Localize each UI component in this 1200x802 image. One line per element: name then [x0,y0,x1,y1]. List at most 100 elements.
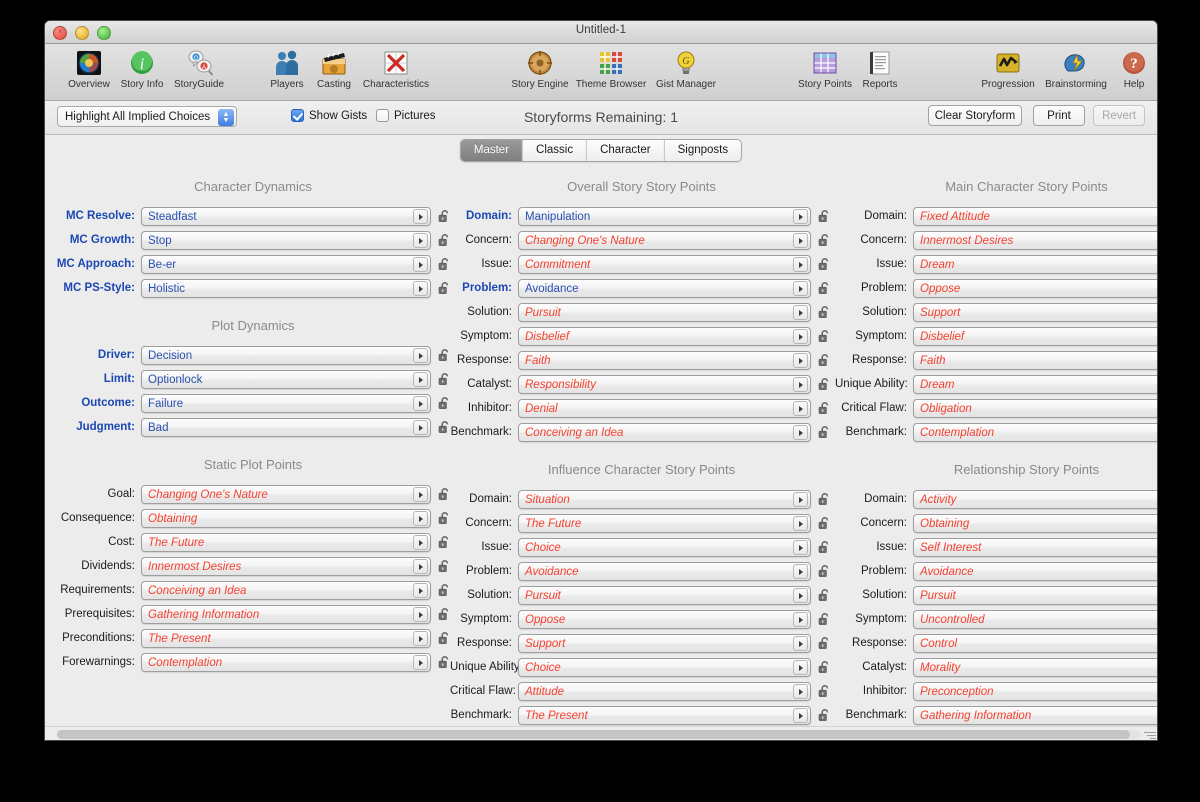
story-point-select[interactable]: Commitment [518,255,811,274]
unlock-padlock-icon[interactable] [817,708,833,722]
story-point-select[interactable]: The Future [518,514,811,533]
story-point-select[interactable]: Faith [518,351,811,370]
story-point-select[interactable]: Activity [913,490,1157,509]
unlock-padlock-icon[interactable] [817,612,833,626]
story-point-select[interactable]: Failure [141,394,431,413]
unlock-padlock-icon[interactable] [817,209,833,223]
story-point-select[interactable]: Oppose [913,279,1157,298]
story-point-select[interactable]: Changing One's Nature [518,231,811,250]
unlock-padlock-icon[interactable] [817,636,833,650]
tab-signposts[interactable]: Signposts [665,140,742,161]
tab-master[interactable]: Master [461,140,523,161]
unlock-padlock-icon[interactable] [817,377,833,391]
unlock-padlock-icon[interactable] [817,401,833,415]
story-point-select[interactable]: Dream [913,255,1157,274]
story-point-select[interactable]: Be-er [141,255,431,274]
toolbar-item-storyguide[interactable]: QAStoryGuide [163,48,235,90]
toolbar-item-gist-manager[interactable]: GGist Manager [650,48,722,90]
unlock-padlock-icon[interactable] [817,660,833,674]
story-point-select[interactable]: Support [518,634,811,653]
unlock-padlock-icon[interactable] [817,492,833,506]
toolbar-item-help[interactable]: ?Help [1098,48,1158,90]
reports-document-icon [844,48,916,78]
toolbar-item-story-engine[interactable]: Story Engine [504,48,576,90]
toolbar-item-theme-browser[interactable]: Theme Browser [575,48,647,90]
story-point-select[interactable]: The Future [141,533,431,552]
story-point-select[interactable]: Pursuit [518,586,811,605]
unlock-padlock-icon[interactable] [817,329,833,343]
unlock-padlock-icon[interactable] [817,305,833,319]
story-point-select[interactable]: Fixed Attitude [913,207,1157,226]
story-point-select[interactable]: Pursuit [518,303,811,322]
story-point-select[interactable]: Innermost Desires [141,557,431,576]
story-point-select[interactable]: Gathering Information [913,706,1157,725]
story-point-select[interactable]: Decision [141,346,431,365]
tab-segmented-control: MasterClassicCharacterSignposts [460,139,742,162]
unlock-padlock-icon[interactable] [817,540,833,554]
story-point-select[interactable]: Faith [913,351,1157,370]
unlock-padlock-icon[interactable] [817,684,833,698]
story-point-select[interactable]: Avoidance [913,562,1157,581]
story-point-select[interactable]: Conceiving an Idea [518,423,811,442]
story-point-select[interactable]: Pursuit [913,586,1157,605]
story-point-select[interactable]: Avoidance [518,279,811,298]
section-rows: MC Resolve:SteadfastMC Growth:StopMC App… [53,204,453,300]
story-point-select[interactable]: Choice [518,538,811,557]
story-point-select[interactable]: Stop [141,231,431,250]
story-point-select[interactable]: Denial [518,399,811,418]
clear-storyform-button[interactable]: Clear Storyform [928,105,1022,126]
story-point-select[interactable]: Morality [913,658,1157,677]
story-point-select[interactable]: Preconception [913,682,1157,701]
story-point-select[interactable]: Disbelief [913,327,1157,346]
story-point-select[interactable]: Obtaining [141,509,431,528]
story-point-select[interactable]: Disbelief [518,327,811,346]
story-point-select[interactable]: Steadfast [141,207,431,226]
resize-grip-icon[interactable] [1143,729,1156,741]
toolbar-item-progression[interactable]: Progression [972,48,1044,90]
story-point-select[interactable]: Obtaining [913,514,1157,533]
story-point-select[interactable]: Contemplation [141,653,431,672]
toolbar-item-characteristics[interactable]: Characteristics [360,48,432,90]
scrollbar-track[interactable] [57,730,1141,739]
story-point-select[interactable]: Choice [518,658,811,677]
story-point-select[interactable]: The Present [141,629,431,648]
print-button[interactable]: Print [1033,105,1085,126]
story-point-label: Problem: [835,282,913,294]
unlock-padlock-icon[interactable] [817,281,833,295]
scrollbar-thumb[interactable] [57,730,1130,739]
story-point-select[interactable]: Changing One's Nature [141,485,431,504]
unlock-padlock-icon[interactable] [817,564,833,578]
story-point-value: Innermost Desires [920,235,1013,247]
story-point-select[interactable]: Uncontrolled [913,610,1157,629]
story-point-select[interactable]: Gathering Information [141,605,431,624]
story-point-select[interactable]: Responsibility [518,375,811,394]
horizontal-scrollbar[interactable] [45,726,1157,741]
story-point-select[interactable]: Bad [141,418,431,437]
story-point-select[interactable]: Control [913,634,1157,653]
story-point-select[interactable]: Situation [518,490,811,509]
toolbar-item-reports[interactable]: Reports [844,48,916,90]
story-point-select[interactable]: Contemplation [913,423,1157,442]
unlock-padlock-icon[interactable] [817,257,833,271]
story-point-select[interactable]: Dream [913,375,1157,394]
tab-classic[interactable]: Classic [523,140,587,161]
story-point-select[interactable]: Obligation [913,399,1157,418]
story-point-select[interactable]: Manipulation [518,207,811,226]
story-point-select[interactable]: Oppose [518,610,811,629]
story-point-select[interactable]: Self Interest [913,538,1157,557]
story-point-select[interactable]: The Present [518,706,811,725]
story-point-select[interactable]: Innermost Desires [913,231,1157,250]
story-point-value: Preconception [920,686,994,698]
story-point-select[interactable]: Optionlock [141,370,431,389]
unlock-padlock-icon[interactable] [817,233,833,247]
story-point-select[interactable]: Support [913,303,1157,322]
story-point-select[interactable]: Conceiving an Idea [141,581,431,600]
story-point-select[interactable]: Holistic [141,279,431,298]
unlock-padlock-icon[interactable] [817,353,833,367]
tab-character[interactable]: Character [587,140,665,161]
story-point-select[interactable]: Avoidance [518,562,811,581]
story-point-select[interactable]: Attitude [518,682,811,701]
unlock-padlock-icon[interactable] [817,588,833,602]
unlock-padlock-icon[interactable] [817,516,833,530]
unlock-padlock-icon[interactable] [817,425,833,439]
